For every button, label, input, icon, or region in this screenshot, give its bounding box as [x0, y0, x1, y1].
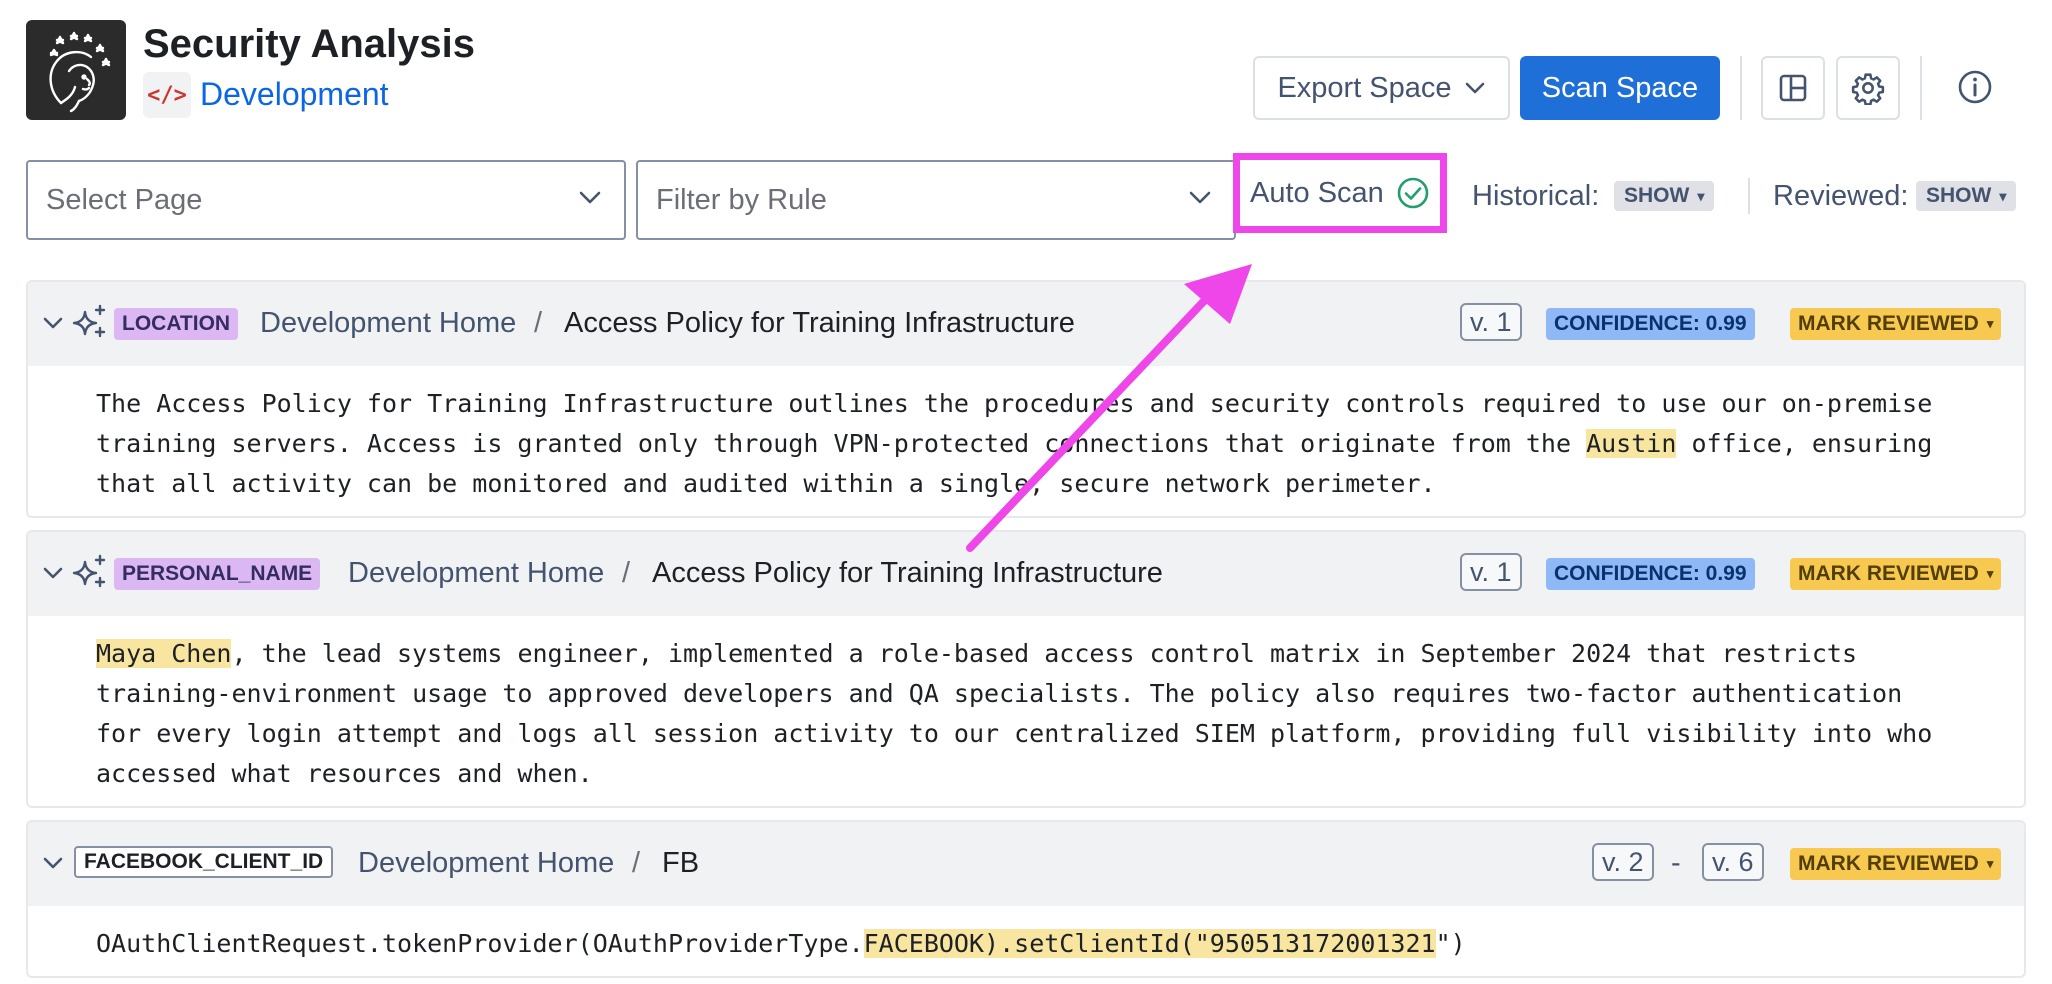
chevron-down-icon[interactable]	[42, 316, 64, 330]
breadcrumb-home[interactable]: Development Home	[260, 307, 516, 340]
chevron-down-icon[interactable]	[42, 566, 64, 580]
breadcrumb-separator: /	[632, 847, 641, 879]
rule-tag: PERSONAL_NAME	[114, 558, 321, 590]
result-header: PERSONAL_NAME Development Home / Access …	[28, 532, 2024, 616]
auto-scan-toggle[interactable]: Auto Scan	[1233, 153, 1447, 233]
historical-label: Historical:	[1472, 180, 1600, 212]
version-from-badge[interactable]: v. 2	[1592, 843, 1654, 881]
confidence-badge: CONFIDENCE: 0.99	[1546, 558, 1755, 590]
mark-reviewed-label: MARK REVIEWED	[1798, 312, 1979, 335]
sparkle-icon	[72, 304, 106, 338]
version-to-badge[interactable]: v. 6	[1702, 843, 1764, 881]
scan-space-label: Scan Space	[1541, 71, 1699, 104]
space-link[interactable]: Development	[200, 76, 389, 113]
breadcrumb-page[interactable]: Access Policy for Training Infrastructur…	[564, 307, 1075, 340]
info-icon	[1958, 70, 1992, 104]
highlighted-match: Austin	[1586, 429, 1677, 458]
info-button[interactable]	[1950, 62, 2000, 112]
rule-tag: LOCATION	[114, 308, 239, 340]
mark-reviewed-label: MARK REVIEWED	[1798, 562, 1979, 585]
sparkle-icon	[72, 554, 106, 588]
result-snippet: OAuthClientRequest.tokenProvider(OAuthPr…	[28, 906, 2024, 964]
check-circle-icon	[1397, 177, 1429, 209]
result-card: LOCATION Development Home / Access Polic…	[26, 280, 2026, 518]
select-page-dropdown[interactable]: Select Page	[26, 160, 626, 240]
mark-reviewed-label: MARK REVIEWED	[1798, 852, 1979, 875]
app-logo	[26, 20, 126, 120]
header-divider	[1740, 56, 1742, 120]
layout-button[interactable]	[1761, 56, 1825, 120]
mark-reviewed-button[interactable]: MARK REVIEWED ▾	[1790, 558, 2002, 590]
app-title: Security Analysis	[143, 22, 476, 66]
chevron-down-icon	[1465, 82, 1484, 94]
breadcrumb-separator: /	[534, 307, 543, 339]
caret-down-icon: ▾	[1986, 316, 1994, 331]
result-header: LOCATION Development Home / Access Polic…	[28, 282, 2024, 366]
highlighted-match: FACEBOOK).setClientId("950513172001321	[863, 929, 1436, 958]
rule-tag: FACEBOOK_CLIENT_ID	[74, 846, 334, 878]
breadcrumb-page[interactable]: FB	[662, 847, 699, 880]
layout-icon	[1779, 74, 1807, 102]
select-page-placeholder: Select Page	[46, 183, 203, 216]
scan-space-button[interactable]: Scan Space	[1520, 56, 1720, 120]
gear-icon	[1851, 73, 1885, 105]
breadcrumb-separator: /	[622, 557, 631, 589]
chevron-down-icon	[579, 191, 601, 204]
breadcrumb-home[interactable]: Development Home	[358, 847, 614, 880]
result-snippet: The Access Policy for Training Infrastru…	[28, 366, 2024, 504]
breadcrumb-home[interactable]: Development Home	[348, 557, 604, 590]
confidence-badge: CONFIDENCE: 0.99	[1546, 308, 1755, 340]
breadcrumb-page[interactable]: Access Policy for Training Infrastructur…	[652, 557, 1163, 590]
code-icon: </>	[143, 72, 191, 118]
mark-reviewed-button[interactable]: MARK REVIEWED ▾	[1790, 848, 2002, 880]
chevron-down-icon	[1189, 191, 1211, 204]
snippet-text: OAuthClientRequest.tokenProvider(OAuthPr…	[96, 929, 864, 958]
woman-portrait-logo-icon	[49, 31, 111, 113]
caret-down-icon: ▾	[1999, 187, 2007, 204]
snippet-text: ")	[1435, 929, 1466, 958]
snippet-text: , the lead systems engineer, implemented…	[96, 639, 1948, 788]
export-space-label: Export Space	[1277, 71, 1452, 104]
filter-rule-dropdown[interactable]: Filter by Rule	[636, 160, 1236, 240]
historical-value: SHOW	[1624, 184, 1690, 207]
version-range-separator: -	[1671, 847, 1681, 879]
filter-divider	[1748, 178, 1750, 214]
result-card: FACEBOOK_CLIENT_ID Development Home / FB…	[26, 820, 2026, 978]
reviewed-label: Reviewed:	[1773, 180, 1909, 212]
header-divider	[1920, 56, 1922, 120]
caret-down-icon: ▾	[1986, 566, 1994, 581]
chevron-down-icon[interactable]	[42, 856, 64, 870]
reviewed-value: SHOW	[1926, 184, 1992, 207]
version-badge[interactable]: v. 1	[1460, 303, 1522, 341]
result-card: PERSONAL_NAME Development Home / Access …	[26, 530, 2026, 808]
reviewed-show-toggle[interactable]: SHOW ▾	[1916, 181, 2017, 211]
filter-rule-placeholder: Filter by Rule	[656, 183, 827, 216]
settings-button[interactable]	[1836, 56, 1900, 120]
result-header: FACEBOOK_CLIENT_ID Development Home / FB…	[28, 822, 2024, 906]
result-snippet: Maya Chen, the lead systems engineer, im…	[28, 616, 2024, 794]
export-space-button[interactable]: Export Space	[1253, 56, 1510, 120]
historical-show-toggle[interactable]: SHOW ▾	[1614, 181, 1715, 211]
highlighted-match: Maya Chen	[96, 639, 232, 668]
auto-scan-label: Auto Scan	[1250, 176, 1384, 209]
mark-reviewed-button[interactable]: MARK REVIEWED ▾	[1790, 308, 2002, 340]
caret-down-icon: ▾	[1697, 187, 1705, 204]
version-badge[interactable]: v. 1	[1460, 553, 1522, 591]
caret-down-icon: ▾	[1986, 856, 1994, 871]
